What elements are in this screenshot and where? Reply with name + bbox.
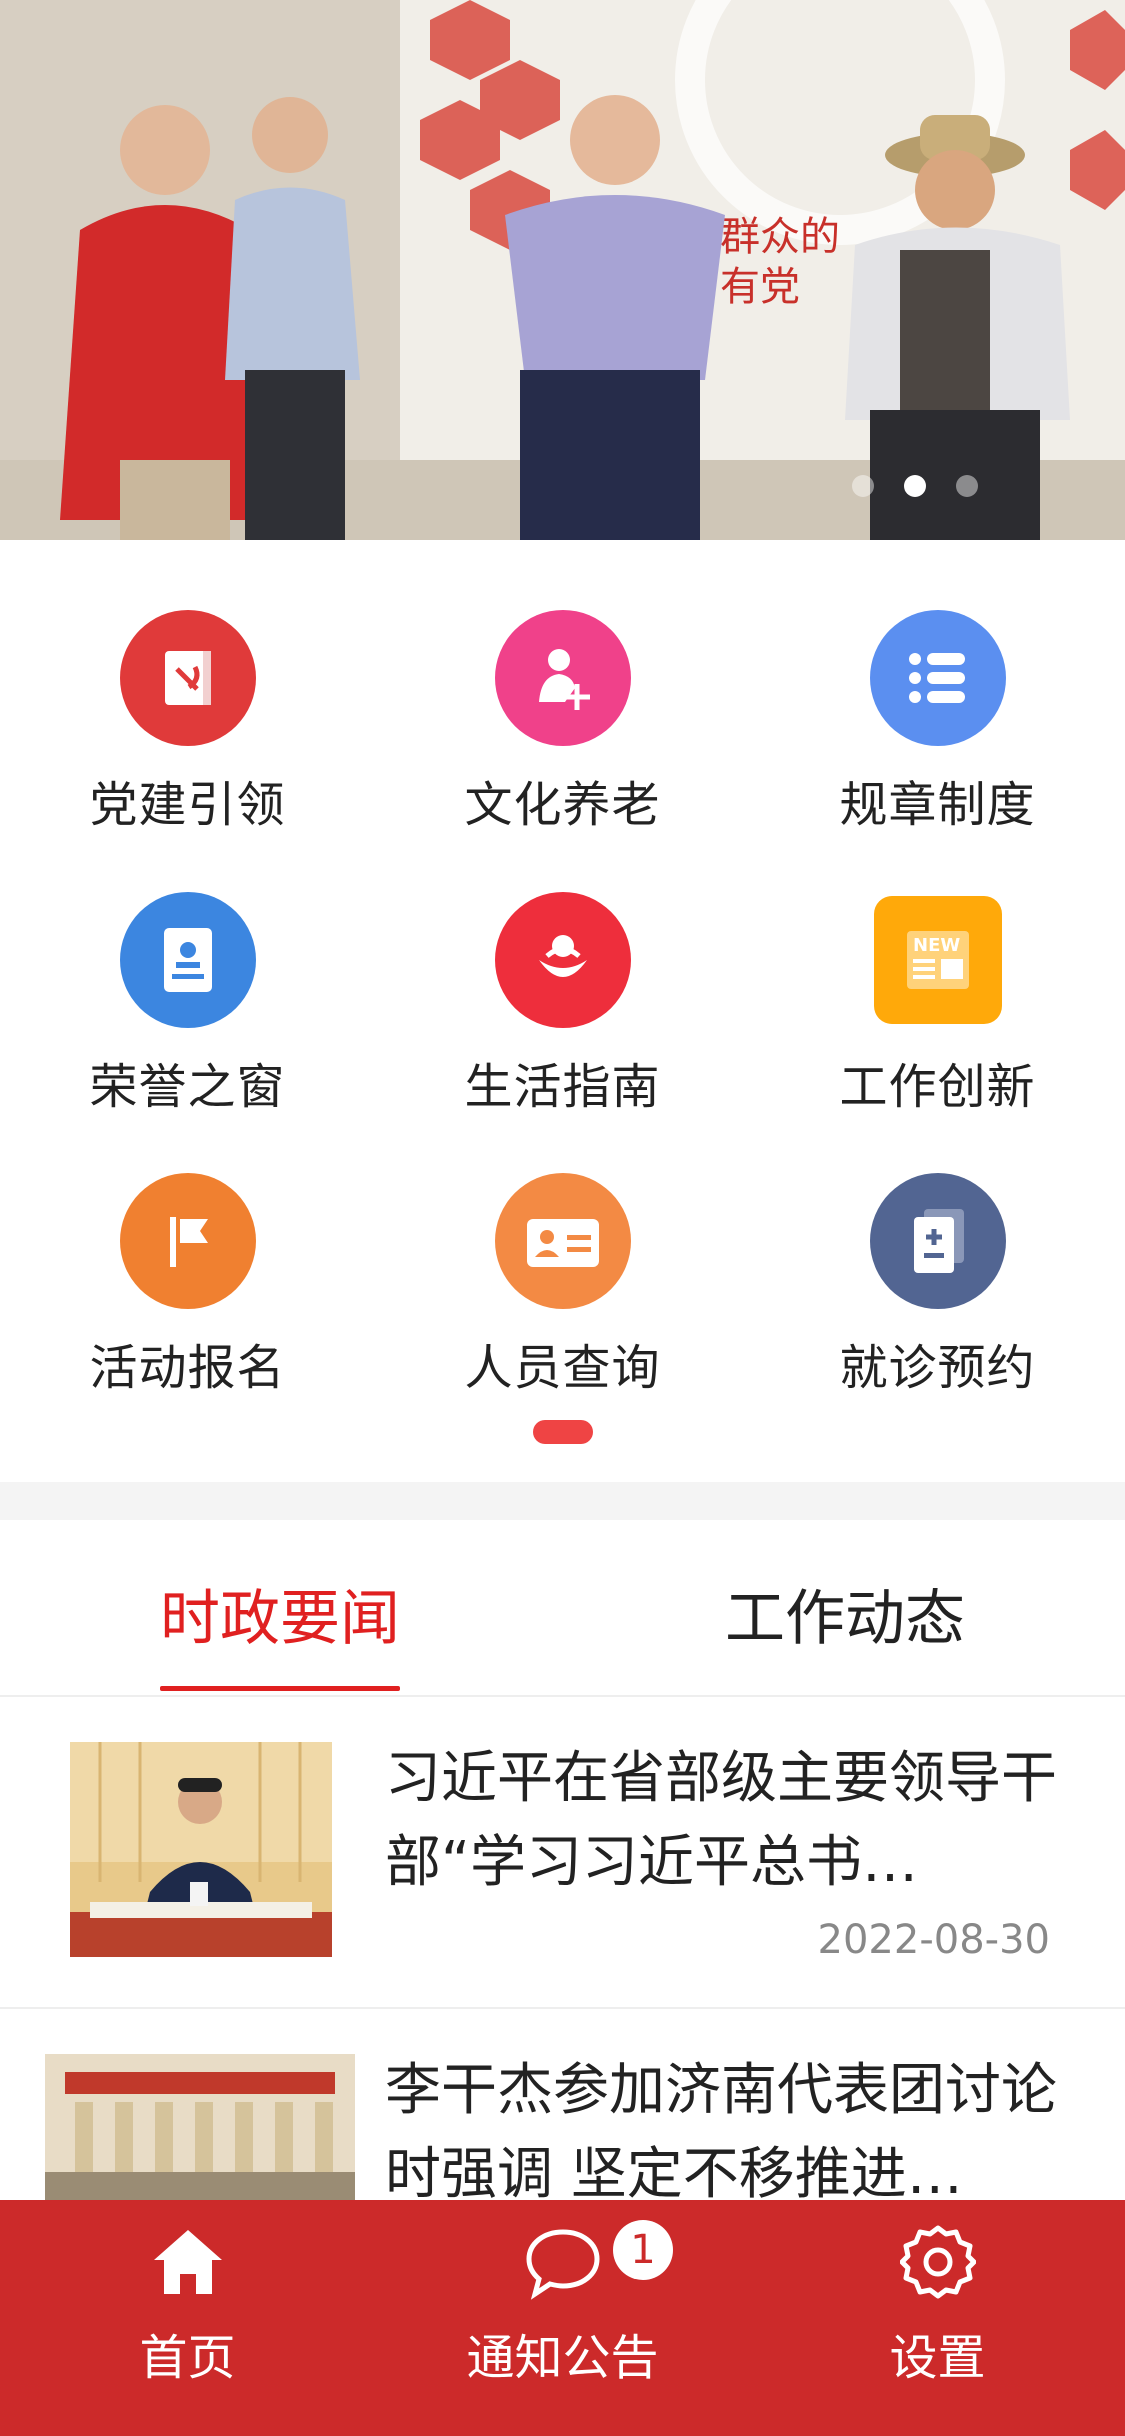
- news-thumbnail: [70, 1742, 332, 1957]
- grid-item-life-guide[interactable]: 生活指南: [375, 872, 750, 1132]
- svg-text:NEW: NEW: [913, 935, 960, 956]
- carousel-dot-active[interactable]: [904, 475, 926, 497]
- home-icon: [150, 2224, 226, 2300]
- grid-page-indicator: [533, 1420, 593, 1444]
- grid-item-label: 党建引领: [89, 777, 286, 833]
- certificate-icon: [120, 892, 256, 1028]
- party-book-icon: [120, 610, 256, 746]
- grid-item-medical-appointment[interactable]: 就诊预约: [750, 1153, 1125, 1413]
- news-icon: NEW: [874, 896, 1002, 1024]
- grid-item-party-building[interactable]: 党建引领: [0, 590, 375, 850]
- grid-item-label: 就诊预约: [839, 1340, 1036, 1396]
- gear-icon: [899, 2224, 977, 2300]
- grid-item-personnel-search[interactable]: 人员查询: [375, 1153, 750, 1413]
- flag-icon: [120, 1173, 256, 1309]
- id-card-icon: [495, 1173, 631, 1309]
- grid-item-work-innovation[interactable]: NEW 工作创新: [750, 872, 1125, 1132]
- nav-label: 首页: [139, 2330, 236, 2386]
- news-thumbnail: [45, 2054, 355, 2204]
- list-item[interactable]: 习近平在省部级主要领导干部“学习习近平总书… 2022-08-30: [0, 1697, 1125, 2009]
- list-icon: [870, 610, 1006, 746]
- notification-badge: 1: [613, 2220, 673, 2280]
- grid-item-label: 工作创新: [839, 1059, 1036, 1115]
- tab-work-updates[interactable]: 工作动态: [725, 1570, 965, 1657]
- news-title: 习近平在省部级主要领导干部“学习习近平总书…: [385, 1746, 1057, 1895]
- section-divider: [0, 1482, 1125, 1520]
- news-title: 李干杰参加济南代表团讨论时强调 坚定不移推进…: [385, 2058, 1057, 2207]
- banner-photo: 群众的 有党: [0, 0, 1125, 540]
- banner-carousel[interactable]: 群众的 有党: [0, 0, 1125, 540]
- bottom-nav: 首页 1 通知公告 设置: [0, 2200, 1125, 2436]
- news-tabs: 时政要闻 工作动态: [0, 1520, 1125, 1697]
- grid-item-honor[interactable]: 荣誉之窗: [0, 872, 375, 1132]
- grid-item-regulations[interactable]: 规章制度: [750, 590, 1125, 850]
- elder-care-icon: [495, 610, 631, 746]
- nav-notices[interactable]: 1 通知公告: [375, 2200, 750, 2436]
- grid-item-culture-elder[interactable]: 文化养老: [375, 590, 750, 850]
- carousel-dot[interactable]: [956, 475, 978, 497]
- nav-label: 通知公告: [466, 2330, 659, 2386]
- grid-item-label: 人员查询: [464, 1340, 661, 1396]
- medical-record-icon: [870, 1173, 1006, 1309]
- active-tab-underline: [160, 1686, 400, 1691]
- nav-home[interactable]: 首页: [0, 2200, 375, 2436]
- carousel-indicator: [852, 475, 978, 499]
- svg-text:有党: 有党: [720, 264, 800, 310]
- grid-item-label: 荣誉之窗: [89, 1059, 286, 1115]
- message-icon: [525, 2224, 601, 2300]
- grid-item-label: 活动报名: [89, 1340, 286, 1396]
- tab-current-affairs[interactable]: 时政要闻: [160, 1570, 400, 1657]
- news-date: 2022-08-30: [817, 1917, 1050, 1963]
- svg-text:群众的: 群众的: [720, 214, 840, 260]
- nav-label: 设置: [889, 2330, 986, 2386]
- grid-item-label: 生活指南: [464, 1059, 661, 1115]
- nav-settings[interactable]: 设置: [750, 2200, 1125, 2436]
- grid-item-label: 文化养老: [464, 777, 661, 833]
- life-guide-icon: [495, 892, 631, 1028]
- carousel-dot[interactable]: [852, 475, 874, 497]
- grid-item-label: 规章制度: [839, 777, 1036, 833]
- grid-item-activity-signup[interactable]: 活动报名: [0, 1153, 375, 1413]
